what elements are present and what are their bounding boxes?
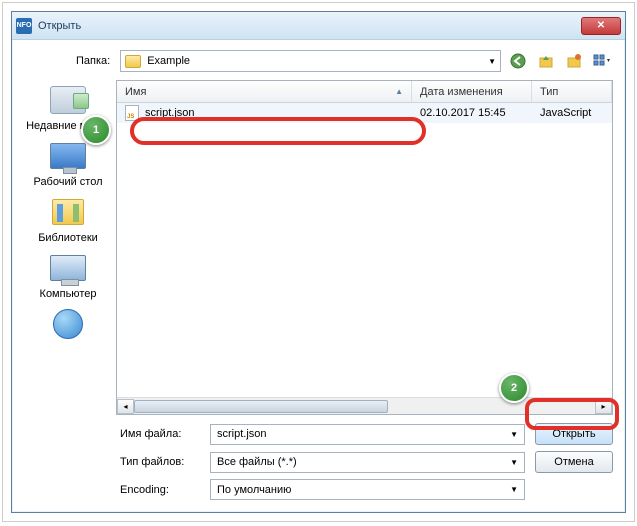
filename-label: Имя файла: [120, 428, 200, 440]
list-header: Имя▲ Дата изменения Тип [117, 81, 612, 103]
chevron-down-icon: ▼ [488, 57, 496, 66]
column-type[interactable]: Тип [532, 81, 612, 102]
file-list: Имя▲ Дата изменения Тип script.json 02.1… [116, 80, 613, 415]
new-folder-button[interactable] [563, 50, 585, 72]
network-icon [53, 309, 83, 339]
recent-places-icon [50, 86, 86, 114]
up-button[interactable] [535, 50, 557, 72]
place-desktop[interactable]: Рабочий стол [33, 138, 102, 188]
column-date[interactable]: Дата изменения [412, 81, 532, 102]
chevron-down-icon: ▼ [510, 430, 518, 439]
folder-icon [125, 55, 141, 68]
folder-select[interactable]: Example ▼ [120, 50, 501, 72]
close-button[interactable]: ✕ [581, 17, 621, 35]
scroll-right-icon[interactable]: ▸ [595, 399, 612, 414]
scroll-left-icon[interactable]: ◂ [117, 399, 134, 414]
scroll-thumb[interactable] [134, 400, 388, 413]
libraries-icon [52, 199, 84, 225]
chevron-down-icon: ▼ [510, 485, 518, 494]
encoding-select[interactable]: По умолчанию ▼ [210, 479, 525, 500]
chevron-down-icon: ▼ [510, 458, 518, 467]
open-button[interactable]: Открыть [535, 423, 613, 445]
view-menu-button[interactable] [591, 50, 613, 72]
app-icon: NFO [16, 18, 32, 34]
back-button[interactable] [507, 50, 529, 72]
bottom-controls: Имя файла: script.json ▼ Открыть Тип фай… [24, 415, 613, 500]
sort-asc-icon: ▲ [395, 87, 403, 96]
titlebar[interactable]: NFO Открыть ✕ [12, 12, 625, 40]
folder-label: Папка: [76, 55, 110, 67]
filetype-select[interactable]: Все файлы (*.*) ▼ [210, 452, 525, 473]
window-title: Открыть [38, 20, 81, 32]
filetype-label: Тип файлов: [120, 456, 200, 468]
encoding-label: Encoding: [120, 484, 200, 496]
annotation-badge-1: 1 [81, 115, 111, 145]
filename-input[interactable]: script.json ▼ [210, 424, 525, 445]
place-libraries[interactable]: Библиотеки [38, 194, 98, 244]
desktop-icon [50, 143, 86, 169]
column-name[interactable]: Имя▲ [117, 81, 412, 102]
place-network[interactable] [48, 306, 88, 344]
horizontal-scrollbar[interactable]: ◂ ▸ [117, 397, 612, 414]
folder-row: Папка: Example ▼ [24, 50, 613, 72]
file-row[interactable]: script.json 02.10.2017 15:45 JavaScript [117, 103, 612, 123]
cancel-button[interactable]: Отмена [535, 451, 613, 473]
open-file-dialog: NFO Открыть ✕ Папка: Example ▼ Недавние … [11, 11, 626, 513]
place-computer[interactable]: Компьютер [40, 250, 97, 300]
js-file-icon [125, 105, 139, 121]
annotation-badge-2: 2 [499, 373, 529, 403]
computer-icon [50, 255, 86, 281]
folder-name: Example [147, 55, 190, 67]
